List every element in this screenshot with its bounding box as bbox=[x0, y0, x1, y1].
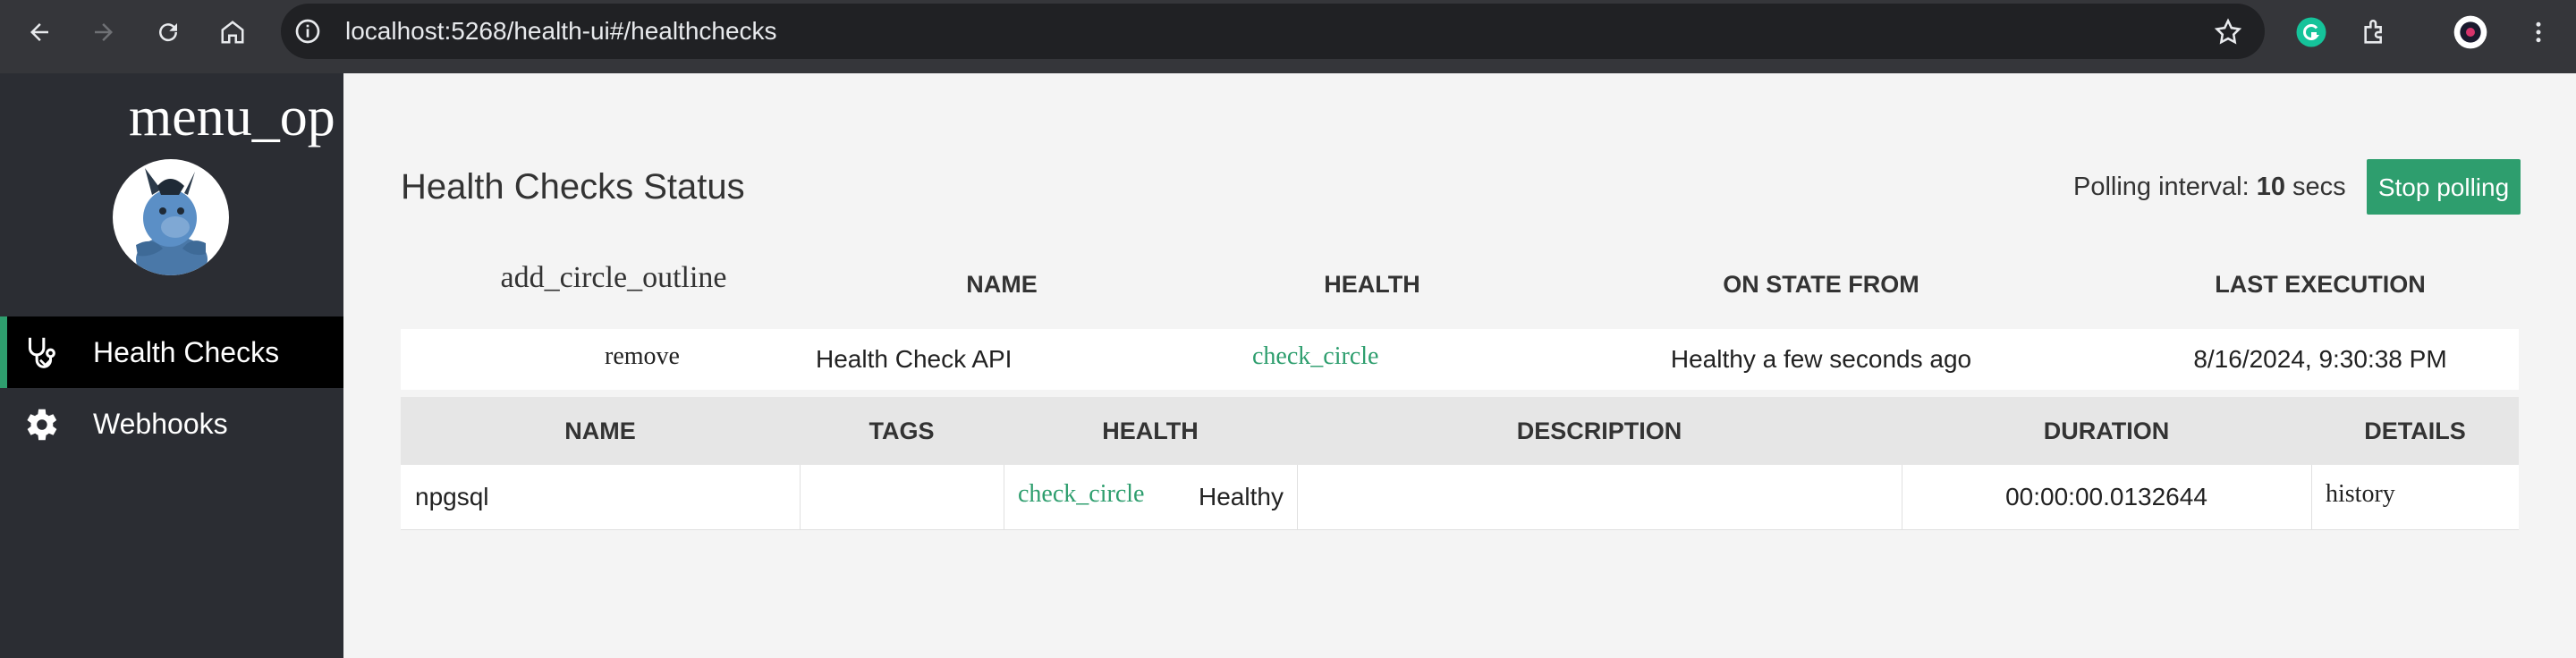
detail-column-header-tags: TAGS bbox=[869, 418, 935, 444]
detail-column-header-name: NAME bbox=[564, 418, 636, 444]
polling-value: 10 bbox=[2256, 173, 2285, 201]
bookmark-star-icon[interactable] bbox=[2213, 17, 2243, 47]
detail-column-header-health: HEALTH bbox=[1102, 418, 1199, 444]
sidebar-item-label: Health Checks bbox=[93, 336, 280, 368]
detail-column-header-details: DETAILS bbox=[2364, 418, 2466, 444]
expand-all-icon[interactable]: add_circle_outline bbox=[479, 261, 748, 295]
column-header-name: NAME bbox=[966, 271, 1038, 298]
cell-divider bbox=[1297, 465, 1298, 529]
cell-divider bbox=[800, 465, 801, 529]
polling-label: Polling interval: bbox=[2073, 173, 2257, 201]
column-header-last-execution: LAST EXECUTION bbox=[2215, 271, 2426, 298]
sidebar-item-label: Webhooks bbox=[93, 408, 228, 440]
column-header-health: HEALTH bbox=[1324, 271, 1420, 298]
forward-icon[interactable] bbox=[86, 14, 122, 50]
reload-icon[interactable] bbox=[150, 14, 186, 50]
sidebar-item-health-checks[interactable]: Health Checks bbox=[0, 316, 343, 388]
site-info-icon[interactable] bbox=[293, 17, 322, 46]
row-on-state-from: Healthy a few seconds ago bbox=[1670, 345, 1972, 373]
gear-icon bbox=[20, 404, 61, 445]
detail-column-header-description: DESCRIPTION bbox=[1516, 418, 1682, 444]
extensions-puzzle-icon[interactable] bbox=[2358, 14, 2394, 50]
page-title: Health Checks Status bbox=[401, 167, 745, 207]
check-circle-icon: check_circle bbox=[1252, 342, 1379, 370]
check-circle-icon: check_circle bbox=[1018, 480, 1145, 508]
url-text[interactable]: localhost:5268/health-ui#/healthchecks bbox=[345, 18, 777, 45]
row-name: Health Check API bbox=[816, 345, 1013, 373]
detail-duration: 00:00:00.0132644 bbox=[2005, 483, 2207, 510]
back-icon[interactable] bbox=[21, 14, 57, 50]
polling-interval: Polling interval: 10 secs bbox=[2073, 172, 2346, 202]
detail-health-status: Healthy bbox=[1199, 483, 1284, 510]
stethoscope-icon bbox=[20, 333, 61, 374]
browser-menu-icon[interactable] bbox=[2521, 14, 2556, 50]
detail-name: npgsql bbox=[415, 483, 489, 510]
address-bar[interactable]: localhost:5268/health-ui#/healthchecks bbox=[281, 4, 2265, 59]
stop-polling-button[interactable]: Stop polling bbox=[2367, 159, 2521, 215]
history-icon[interactable]: history bbox=[2326, 479, 2395, 510]
main-content: Health Checks Status Polling interval: 1… bbox=[343, 73, 2576, 658]
details-table-row: npgsql check_circle Healthy 00:00:00.013… bbox=[401, 465, 2519, 530]
sidebar-item-webhooks[interactable]: Webhooks bbox=[0, 388, 343, 460]
table-row[interactable]: remove Health Check API check_circle Hea… bbox=[401, 329, 2519, 390]
browser-toolbar: localhost:5268/health-ui#/healthchecks bbox=[0, 0, 2576, 73]
app-logo bbox=[113, 159, 229, 275]
detail-column-header-duration: DURATION bbox=[2043, 418, 2170, 444]
grammarly-icon[interactable] bbox=[2293, 14, 2329, 50]
cell-divider bbox=[2311, 465, 2312, 529]
profile-avatar-icon[interactable] bbox=[2453, 14, 2488, 50]
column-header-on-state-from: ON STATE FROM bbox=[1723, 271, 1919, 298]
polling-unit: secs bbox=[2284, 173, 2346, 201]
menu-title: menu_op bbox=[129, 87, 335, 148]
home-icon[interactable] bbox=[215, 14, 250, 50]
row-last-execution: 8/16/2024, 9:30:38 PM bbox=[2193, 345, 2447, 373]
details-table-header: NAME TAGS HEALTH DESCRIPTION DURATION DE… bbox=[401, 397, 2519, 465]
collapse-row-icon[interactable]: remove bbox=[553, 342, 732, 372]
sidebar: menu_op Health Checks Webhooks bbox=[0, 73, 343, 658]
